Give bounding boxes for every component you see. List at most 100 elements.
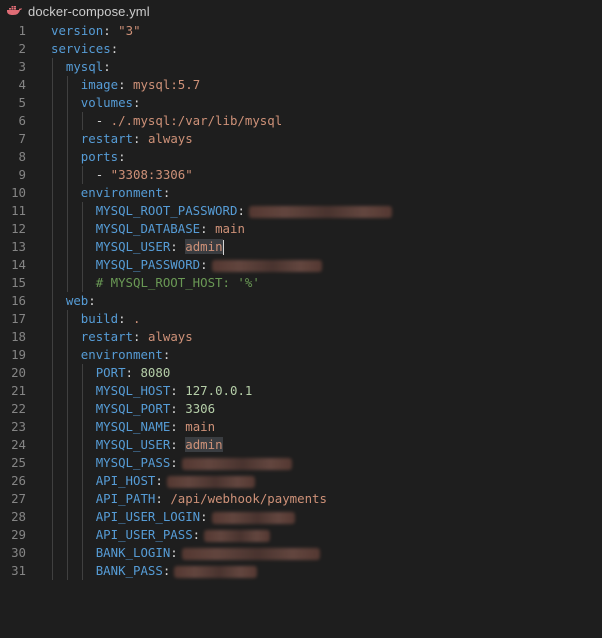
code-line[interactable]: 24 MYSQL_USER: admin [0, 436, 602, 454]
code-line[interactable]: 2 services: [0, 40, 602, 58]
code-line[interactable]: 27 API_PATH: /api/webhook/payments [0, 490, 602, 508]
yaml-key: BANK_PASS [95, 563, 163, 578]
code-line[interactable]: 8 ports: [0, 148, 602, 166]
code-line[interactable]: 18 restart: always [0, 328, 602, 346]
yaml-key: MYSQL_NAME [95, 419, 171, 434]
docker-whale-icon [7, 6, 22, 15]
yaml-colon: : [162, 347, 171, 362]
indent-guide [81, 544, 83, 562]
code-line[interactable]: 28 API_USER_LOGIN: [0, 508, 602, 526]
redacted-value [166, 475, 255, 488]
line-code: BANK_LOGIN: [96, 544, 320, 562]
indent-guide [66, 130, 68, 148]
code-line[interactable]: 7 restart: always [0, 130, 602, 148]
line-number: 11 [11, 203, 26, 218]
code-line[interactable]: 17 build: . [0, 310, 602, 328]
yaml-colon: : [237, 203, 245, 218]
indent-guide [66, 382, 68, 400]
yaml-key: API_HOST [95, 473, 156, 488]
redacted-value [174, 565, 258, 578]
redacted-value [211, 511, 295, 524]
indent-guide [52, 346, 53, 364]
line-number: 3 [18, 59, 26, 74]
line-code: # MYSQL_ROOT_HOST: '%' [96, 274, 260, 292]
indent-guide [52, 490, 53, 508]
code-line[interactable]: 15 # MYSQL_ROOT_HOST: '%' [0, 274, 602, 292]
indent-guide [52, 328, 53, 346]
code-line[interactable]: 11 MYSQL_ROOT_PASSWORD: [0, 202, 602, 220]
indent-guide [66, 274, 68, 292]
indent-guide [66, 220, 68, 238]
indent-guide [52, 400, 53, 418]
code-line[interactable]: 31 BANK_PASS: [0, 562, 602, 580]
line-code: image: mysql:5.7 [81, 76, 200, 94]
code-line[interactable]: 10 environment: [0, 184, 602, 202]
line-code: restart: always [81, 130, 193, 148]
line-number: 29 [11, 527, 26, 542]
code-line[interactable]: 9 - "3308:3306" [0, 166, 602, 184]
yaml-colon: : [192, 527, 201, 542]
code-line[interactable]: 14 MYSQL_PASSWORD: [0, 256, 602, 274]
yaml-value: "3308:3306" [110, 167, 193, 182]
indent-guide [66, 166, 68, 184]
code-line[interactable]: 22 MYSQL_PORT: 3306 [0, 400, 602, 418]
code-line[interactable]: 20 PORT: 8080 [0, 364, 602, 382]
code-line[interactable]: 30 BANK_LOGIN: [0, 544, 602, 562]
yaml-key: BANK_LOGIN [95, 545, 171, 560]
indent-guide [52, 310, 53, 328]
line-number: 24 [11, 437, 26, 452]
indent-guide [66, 310, 68, 328]
line-code: MYSQL_NAME: main [96, 418, 215, 436]
code-line[interactable]: 5 volumes: [0, 94, 602, 112]
yaml-colon: : [103, 59, 111, 74]
yaml-value: admin [185, 239, 223, 254]
yaml-colon: : [155, 491, 163, 506]
yaml-value: main [215, 221, 245, 236]
indent-guide [66, 490, 68, 508]
yaml-colon: : [170, 383, 178, 398]
yaml-key: environment [80, 185, 163, 200]
yaml-key: build [80, 311, 119, 326]
indent-guide [66, 238, 68, 256]
yaml-comment: # MYSQL_ROOT_HOST: '%' [95, 275, 260, 290]
code-line[interactable]: 6 - ./.mysql:/var/lib/mysql [0, 112, 602, 130]
code-line[interactable]: 19 environment: [0, 346, 602, 364]
yaml-key: MYSQL_ROOT_PASSWORD [95, 203, 238, 218]
line-number: 15 [11, 275, 26, 290]
indent-guide [52, 184, 53, 202]
line-code: API_HOST: [96, 472, 255, 490]
yaml-value: 8080 [140, 365, 171, 380]
line-code: MYSQL_PASSWORD: [96, 256, 322, 274]
code-line[interactable]: 23 MYSQL_NAME: main [0, 418, 602, 436]
code-line[interactable]: 13 MYSQL_USER: admin [0, 238, 602, 256]
line-number: 28 [11, 509, 26, 524]
indent-guide [81, 508, 83, 526]
indent-guide [52, 220, 53, 238]
indent-guide [66, 454, 68, 472]
line-code: services: [51, 40, 118, 58]
line-code: environment: [81, 346, 171, 364]
code-line[interactable]: 3 mysql: [0, 58, 602, 76]
yaml-key: mysql [65, 59, 104, 74]
yaml-key: API_PATH [95, 491, 156, 506]
code-line[interactable]: 21 MYSQL_HOST: 127.0.0.1 [0, 382, 602, 400]
code-line[interactable]: 29 API_USER_PASS: [0, 526, 602, 544]
code-line[interactable]: 1 version: "3" [0, 22, 602, 40]
indent-guide [81, 454, 83, 472]
code-line[interactable]: 12 MYSQL_DATABASE: main [0, 220, 602, 238]
code-line[interactable]: 16 web: [0, 292, 602, 310]
code-line[interactable]: 25 MYSQL_PASS: [0, 454, 602, 472]
tab-title: docker-compose.yml [28, 3, 150, 19]
indent-guide [66, 346, 68, 364]
line-code: web: [66, 292, 96, 310]
code-editor[interactable]: 1 version: "3" 2 services: 3 mysql: 4 image: my… [0, 22, 602, 638]
indent-guide [81, 490, 83, 508]
yaml-colon: : [88, 293, 96, 308]
line-number: 6 [18, 113, 26, 128]
indent-guide [66, 328, 68, 346]
code-line[interactable]: 4 image: mysql:5.7 [0, 76, 602, 94]
code-line[interactable]: 26 API_HOST: [0, 472, 602, 490]
line-code: MYSQL_PASS: [96, 454, 292, 472]
indent-guide [81, 472, 83, 490]
editor-tab[interactable]: docker-compose.yml [0, 0, 602, 22]
